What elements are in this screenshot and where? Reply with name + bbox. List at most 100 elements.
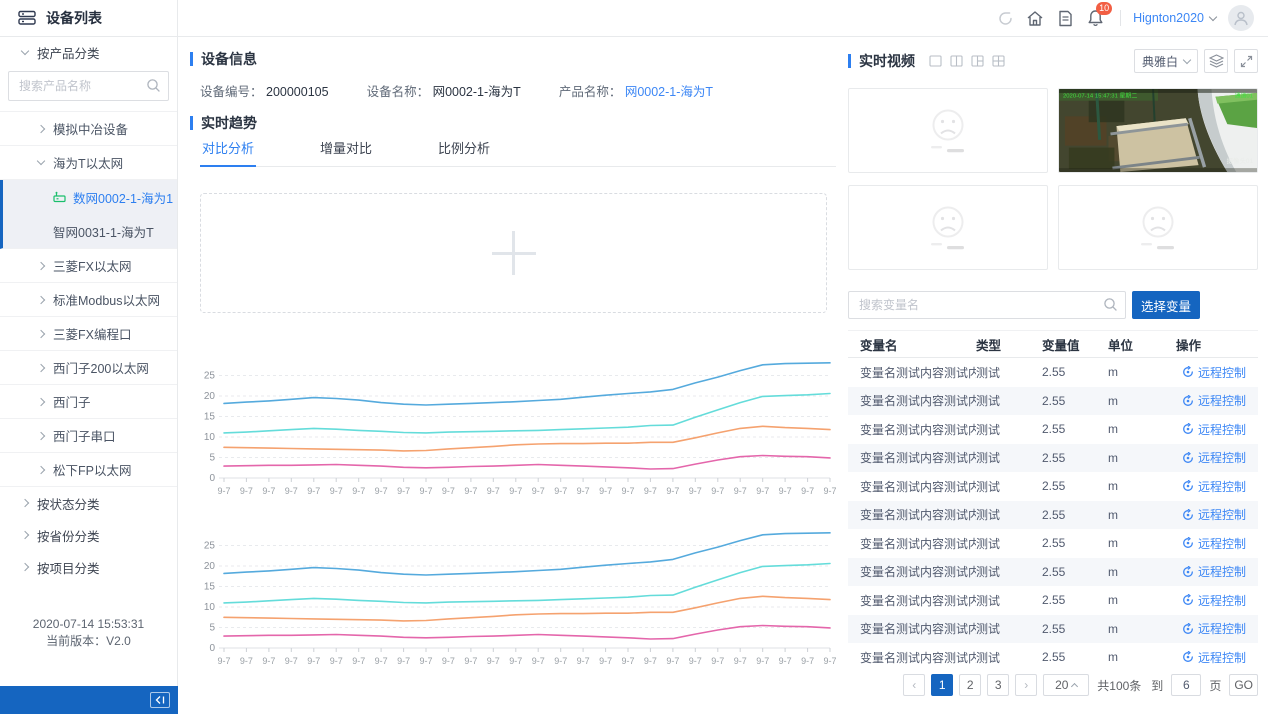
sidebar-group[interactable]: 按状态分类: [0, 487, 177, 519]
username: Hignton2020: [1133, 11, 1204, 25]
remote-control-link[interactable]: 远程控制: [1182, 649, 1246, 666]
video-layout-switcher: [929, 55, 1005, 67]
page-title: 设备列表: [46, 8, 102, 28]
sidebar-item-product[interactable]: 西门子: [0, 385, 177, 419]
sidebar-item-product[interactable]: 松下FP以太网: [0, 453, 177, 487]
tab-0[interactable]: 对比分析: [200, 137, 256, 167]
svg-text:9-7: 9-7: [666, 656, 679, 666]
svg-text:通道01: 通道01: [1235, 91, 1253, 99]
layout-3-icon[interactable]: [971, 55, 984, 67]
layers-button[interactable]: [1204, 49, 1228, 73]
cell-unit: m: [1108, 593, 1162, 607]
sidebar-item-product[interactable]: 三菱FX编程口: [0, 317, 177, 351]
trend-section-title: 实时趋势: [190, 113, 257, 133]
video-cell-3[interactable]: [848, 185, 1048, 270]
notifications-button[interactable]: 10: [1080, 9, 1110, 27]
sidebar-item-product[interactable]: 标准Modbus以太网: [0, 283, 177, 317]
svg-text:0: 0: [209, 473, 215, 484]
svg-text:9-7: 9-7: [644, 486, 657, 496]
sidebar-item-device-selected[interactable]: 数网0002-1-海为1: [3, 180, 177, 214]
layout-2-icon[interactable]: [950, 55, 963, 67]
sidebar-item-product[interactable]: 模拟中冶设备: [0, 112, 177, 146]
sidebar-group-by-product[interactable]: 按产品分类: [0, 37, 177, 67]
svg-text:9-7: 9-7: [442, 486, 455, 496]
theme-select[interactable]: 典雅白: [1134, 49, 1198, 73]
page-button-2[interactable]: 2: [959, 674, 981, 696]
product-name-link[interactable]: 网0002-1-海为T: [625, 85, 713, 99]
tab-2[interactable]: 比例分析: [436, 137, 492, 167]
remote-control-link[interactable]: 远程控制: [1182, 506, 1246, 523]
remote-control-link[interactable]: 远程控制: [1182, 478, 1246, 495]
chevron-down-icon: [21, 46, 29, 54]
svg-text:9-7: 9-7: [621, 486, 634, 496]
product-search-input[interactable]: [8, 71, 169, 101]
table-row: 变量名测试内容测试内容 测试 2.55 m 远程控制: [848, 615, 1258, 644]
remote-control-link[interactable]: 远程控制: [1182, 449, 1246, 466]
notification-badge: 10: [1096, 2, 1112, 15]
go-button[interactable]: GO: [1229, 674, 1258, 696]
page-button-3[interactable]: 3: [987, 674, 1009, 696]
sidebar-item-product[interactable]: 西门子串口: [0, 419, 177, 453]
footer-version: 当前版本：V2.0: [0, 633, 177, 650]
goto-page-input[interactable]: [1171, 674, 1201, 696]
remote-control-link[interactable]: 远程控制: [1182, 392, 1246, 409]
home-icon: [1026, 10, 1044, 27]
video-cell-2-live[interactable]: 2020-07-14 15:47:31 星期二 通道01 摄像头01: [1058, 88, 1258, 173]
sidebar-group[interactable]: 按项目分类: [0, 551, 177, 583]
main-content: 设备信息 设备编号： 200000105 设备名称： 网0002-1-海为T 产…: [190, 37, 836, 714]
layout-1-icon[interactable]: [929, 55, 942, 67]
remote-control-link[interactable]: 远程控制: [1182, 563, 1246, 580]
svg-text:9-7: 9-7: [554, 486, 567, 496]
tab-1[interactable]: 增量对比: [318, 137, 374, 167]
goto-label: 到: [1151, 677, 1163, 694]
next-page-button[interactable]: ›: [1015, 674, 1037, 696]
right-panel: 实时视频 典雅白 2020-07-14 15:47:3: [848, 37, 1258, 714]
table-row: 变量名测试内容测试内容 测试 2.55 m 远程控制: [848, 586, 1258, 615]
remote-control-link[interactable]: 远程控制: [1182, 364, 1246, 381]
svg-text:9-7: 9-7: [599, 656, 612, 666]
select-variable-button[interactable]: 选择变量: [1132, 291, 1200, 319]
document-button[interactable]: [1050, 10, 1080, 27]
add-variable-dropzone[interactable]: [200, 193, 827, 313]
user-menu[interactable]: Hignton2020: [1133, 11, 1216, 25]
sidebar-item-product[interactable]: 三菱FX以太网: [0, 249, 177, 283]
chevron-down-icon: [37, 157, 45, 165]
home-button[interactable]: [1020, 10, 1050, 27]
table-row: 变量名测试内容测试内容 测试 2.55 m 远程控制: [848, 529, 1258, 558]
refresh-button[interactable]: [990, 10, 1020, 27]
sidebar-item-product[interactable]: 海为T以太网: [0, 146, 177, 180]
layout-4-icon[interactable]: [992, 55, 1005, 67]
video-cell-1[interactable]: [848, 88, 1048, 173]
variable-search-input[interactable]: [848, 291, 1126, 319]
svg-text:9-7: 9-7: [554, 656, 567, 666]
remote-control-link[interactable]: 远程控制: [1182, 421, 1246, 438]
remote-control-link[interactable]: 远程控制: [1182, 592, 1246, 609]
device-online-icon: [53, 191, 66, 203]
prev-page-button[interactable]: ‹: [903, 674, 925, 696]
section-accent-bar: [190, 116, 193, 130]
video-cell-4[interactable]: [1058, 185, 1258, 270]
sidebar-group[interactable]: 按省份分类: [0, 519, 177, 551]
sidebar-header: 设备列表: [0, 0, 177, 37]
svg-text:20: 20: [204, 391, 216, 402]
expand-icon: [1240, 55, 1253, 68]
svg-text:9-7: 9-7: [779, 486, 792, 496]
page-button-1[interactable]: 1: [931, 674, 953, 696]
remote-control-link[interactable]: 远程控制: [1182, 620, 1246, 637]
svg-text:9-7: 9-7: [666, 486, 679, 496]
avatar[interactable]: [1228, 5, 1254, 31]
sidebar-item-device[interactable]: 智网0031-1-海为T: [3, 214, 177, 248]
cell-type: 测试: [976, 449, 1042, 466]
remote-control-link[interactable]: 远程控制: [1182, 535, 1246, 552]
fullscreen-button[interactable]: [1234, 49, 1258, 73]
cell-unit: m: [1108, 451, 1162, 465]
trend-chart-1: 05101520259-79-79-79-79-79-79-79-79-79-7…: [190, 345, 836, 505]
sidebar-item-product[interactable]: 西门子200以太网: [0, 351, 177, 385]
cell-unit: m: [1108, 536, 1162, 550]
sidebar-collapse-button[interactable]: [150, 692, 170, 708]
cell-value: 2.55: [1042, 479, 1108, 493]
variable-search-bar: 选择变量: [848, 291, 1258, 319]
page-size-select[interactable]: 20: [1043, 674, 1089, 696]
chevron-right-icon: [37, 465, 45, 473]
svg-text:9-7: 9-7: [397, 486, 410, 496]
